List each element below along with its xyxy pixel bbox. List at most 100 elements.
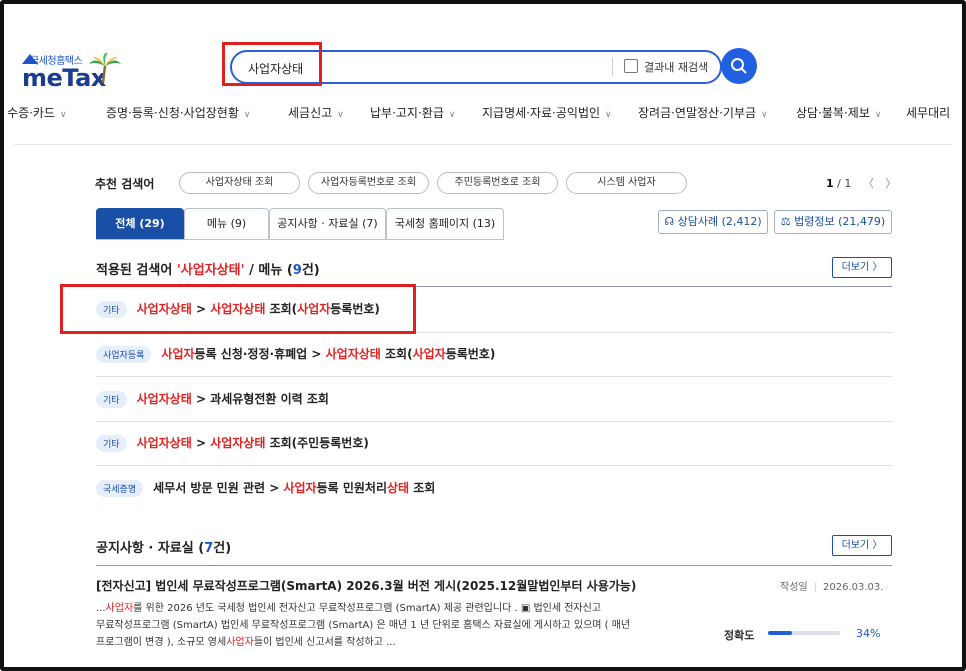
row-divider (96, 465, 892, 466)
highlighted-text: 사업자상태 (210, 436, 266, 450)
nav-item-certificate[interactable]: 증명·등록·신청·사업장현황 ∨ (106, 104, 250, 121)
highlighted-text: 사업자 (412, 347, 446, 361)
notice-more-button[interactable]: 더보기 〉 (832, 535, 892, 556)
headset-icon: ☊ (664, 215, 678, 228)
snippet-line: ...사업자를 위한 2026 년도 국세청 법인세 전자신고 무료작성프로그램… (96, 600, 686, 617)
text-segment: 조회(주민등록번호) (265, 436, 369, 450)
notice-item-meta: 작성일 | 2026.03.03. (780, 582, 884, 593)
accuracy-bar (768, 631, 840, 635)
snippet-line: 무료작성프로그램 (SmartA) 법인세 무료작성프로그램 (SmartA) … (96, 617, 686, 634)
row-divider (96, 376, 892, 377)
palm-tree-icon (89, 52, 121, 84)
annotation-box-first-result (60, 284, 416, 334)
recommended-chip[interactable]: 사업자상태 조회 (179, 172, 300, 194)
tab-nts-homepage[interactable]: 국세청 홈페이지 (13) (386, 208, 504, 239)
recommended-pager: 1 / 1 〈 〉 (826, 175, 896, 191)
search-button[interactable] (721, 48, 757, 84)
nav-item-payment[interactable]: 납부·고지·환급 ∨ (370, 104, 455, 121)
text-segment: 들이 법인세 신고서를 작성하고 ... (253, 637, 396, 648)
menu-section-title: 적용된 검색어 '사업자상태' / 메뉴 (9건) (96, 259, 320, 278)
menu-result-row[interactable]: 기타 사업자상태 > 사업자상태 조회(주민등록번호) (96, 434, 369, 454)
nav-label: 지급명세·자료·공익법인 (482, 106, 601, 120)
consult-cases-label: 상담사례 (2,412) (677, 215, 762, 228)
nav-label: 상담·불복·제보 (796, 106, 870, 120)
nav-item-incentive[interactable]: 장려금·연말정산·기부금 ∨ (638, 104, 768, 121)
chevron-down-icon: ∨ (337, 110, 344, 120)
accuracy-fill (768, 631, 793, 635)
search-within-checkbox[interactable] (624, 59, 638, 73)
text-segment: 무료작성프로그램 (SmartA) 법인세 무료작성프로그램 (SmartA) … (96, 620, 631, 631)
annotation-box-search (222, 42, 322, 86)
category-badge: 사업자등록 (96, 346, 152, 363)
search-within-label[interactable]: 결과내 재검색 (644, 59, 708, 75)
title-count: 9 (292, 263, 302, 278)
text-segment: 등록 민원처리 (316, 481, 387, 495)
notice-section-title: 공지사항 · 자료실 (7건) (96, 537, 231, 556)
menu-result-row[interactable]: 국세증명 세무서 방문 민원 관련 > 사업자등록 민원처리상태 조회 (96, 479, 435, 499)
nav-label: 영수증·카드 (0, 106, 56, 120)
nav-label: 세금신고 (288, 106, 333, 120)
nav-item-tax-filing[interactable]: 세금신고 ∨ (288, 104, 344, 121)
pager-current: 1 (826, 177, 834, 190)
highlighted-text: 사업자상태 (136, 436, 192, 450)
gavel-icon: ⚖ (780, 215, 795, 228)
accuracy-label: 정확도 (724, 629, 755, 642)
title-count: 7 (204, 541, 214, 556)
chevron-down-icon: ∨ (60, 110, 67, 120)
text-segment: > 과세유형전환 이력 조회 (191, 392, 329, 406)
consult-cases-button[interactable]: ☊ 상담사례 (2,412) (658, 210, 768, 234)
chevron-down-icon: ∨ (448, 110, 456, 120)
nav-divider (14, 144, 952, 145)
menu-result-row[interactable]: 사업자등록 사업자등록 신청·정정·휴폐업 > 사업자상태 조회(사업자등록번호) (96, 345, 495, 365)
recommended-chip[interactable]: 사업자등록번호로 조회 (308, 172, 429, 194)
category-badge: 기타 (96, 391, 127, 408)
section-divider (96, 565, 892, 566)
search-divider (612, 58, 613, 76)
screenshot-frame (0, 0, 966, 671)
nav-item-agent[interactable]: 세무대리 (906, 104, 950, 121)
nav-item-receipt[interactable]: 영수증·카드 ∨ (0, 104, 67, 121)
title-suffix: 건) (213, 541, 232, 556)
text-segment: 등록 신청·정정·휴폐업 > (194, 347, 326, 361)
text-segment: 등록번호) (445, 347, 496, 361)
highlighted-text: 상태 (386, 481, 410, 495)
accuracy-value: 34% (856, 627, 881, 640)
law-info-button[interactable]: ⚖ 법령정보 (21,479) (774, 210, 892, 234)
nav-item-consult[interactable]: 상담·불복·제보 ∨ (796, 104, 881, 121)
highlighted-text: 사업자 (161, 347, 195, 361)
text-segment: ... (96, 603, 106, 614)
menu-result-row[interactable]: 기타 사업자상태 > 과세유형전환 이력 조회 (96, 390, 329, 410)
chevron-down-icon: ∨ (874, 110, 882, 120)
notice-item-title[interactable]: [전자신고] 법인세 무료작성프로그램(SmartA) 2026.3월 버전 게… (96, 577, 636, 594)
prev-icon[interactable]: 〈 (863, 177, 874, 190)
category-badge: 기타 (96, 435, 127, 452)
recommended-chip[interactable]: 시스템 사업자 (566, 172, 687, 194)
snippet-line: 프로그램이 변경 ), 소규모 영세사업자들이 법인세 신고서를 작성하고 ..… (96, 634, 686, 651)
text-segment: > (191, 436, 211, 450)
row-divider (96, 421, 892, 422)
highlighted-text: 사업자 (105, 603, 134, 614)
nav-label: 납부·고지·환급 (370, 106, 444, 120)
text-segment: 를 위한 2026 년도 국세청 법인세 전자신고 무료작성프로그램 (Smar… (133, 603, 602, 614)
tab-menu[interactable]: 메뉴 (9) (184, 208, 269, 239)
title-prefix: 적용된 검색어 (96, 263, 177, 278)
nav-item-statement[interactable]: 지급명세·자료·공익법인 ∨ (482, 104, 612, 121)
tab-underline (96, 239, 504, 240)
tab-all[interactable]: 전체 (29) (96, 208, 184, 239)
chevron-down-icon: ∨ (761, 110, 768, 120)
title-suffix: 건) (301, 263, 320, 278)
highlighted-text: 사업자상태 (325, 347, 381, 361)
recommended-chip[interactable]: 주민등록번호로 조회 (437, 172, 558, 194)
nav-label: 증명·등록·신청·사업장현황 (106, 106, 239, 120)
highlighted-text: 사업자 (283, 481, 317, 495)
nav-label: 장려금·연말정산·기부금 (638, 106, 757, 120)
tab-notice[interactable]: 공지사항 · 자료실 (7) (269, 208, 386, 239)
chevron-down-icon: ∨ (243, 110, 251, 120)
search-icon (731, 58, 747, 74)
text-segment: 프로그램이 변경 ), 소규모 영세 (96, 637, 227, 648)
menu-more-button[interactable]: 더보기 〉 (832, 257, 892, 278)
title-prefix: 공지사항 · 자료실 ( (96, 541, 205, 556)
recommended-label: 추천 검색어 (95, 177, 155, 191)
nav-label: 세무대리 (906, 106, 951, 120)
next-icon[interactable]: 〉 (885, 177, 896, 190)
